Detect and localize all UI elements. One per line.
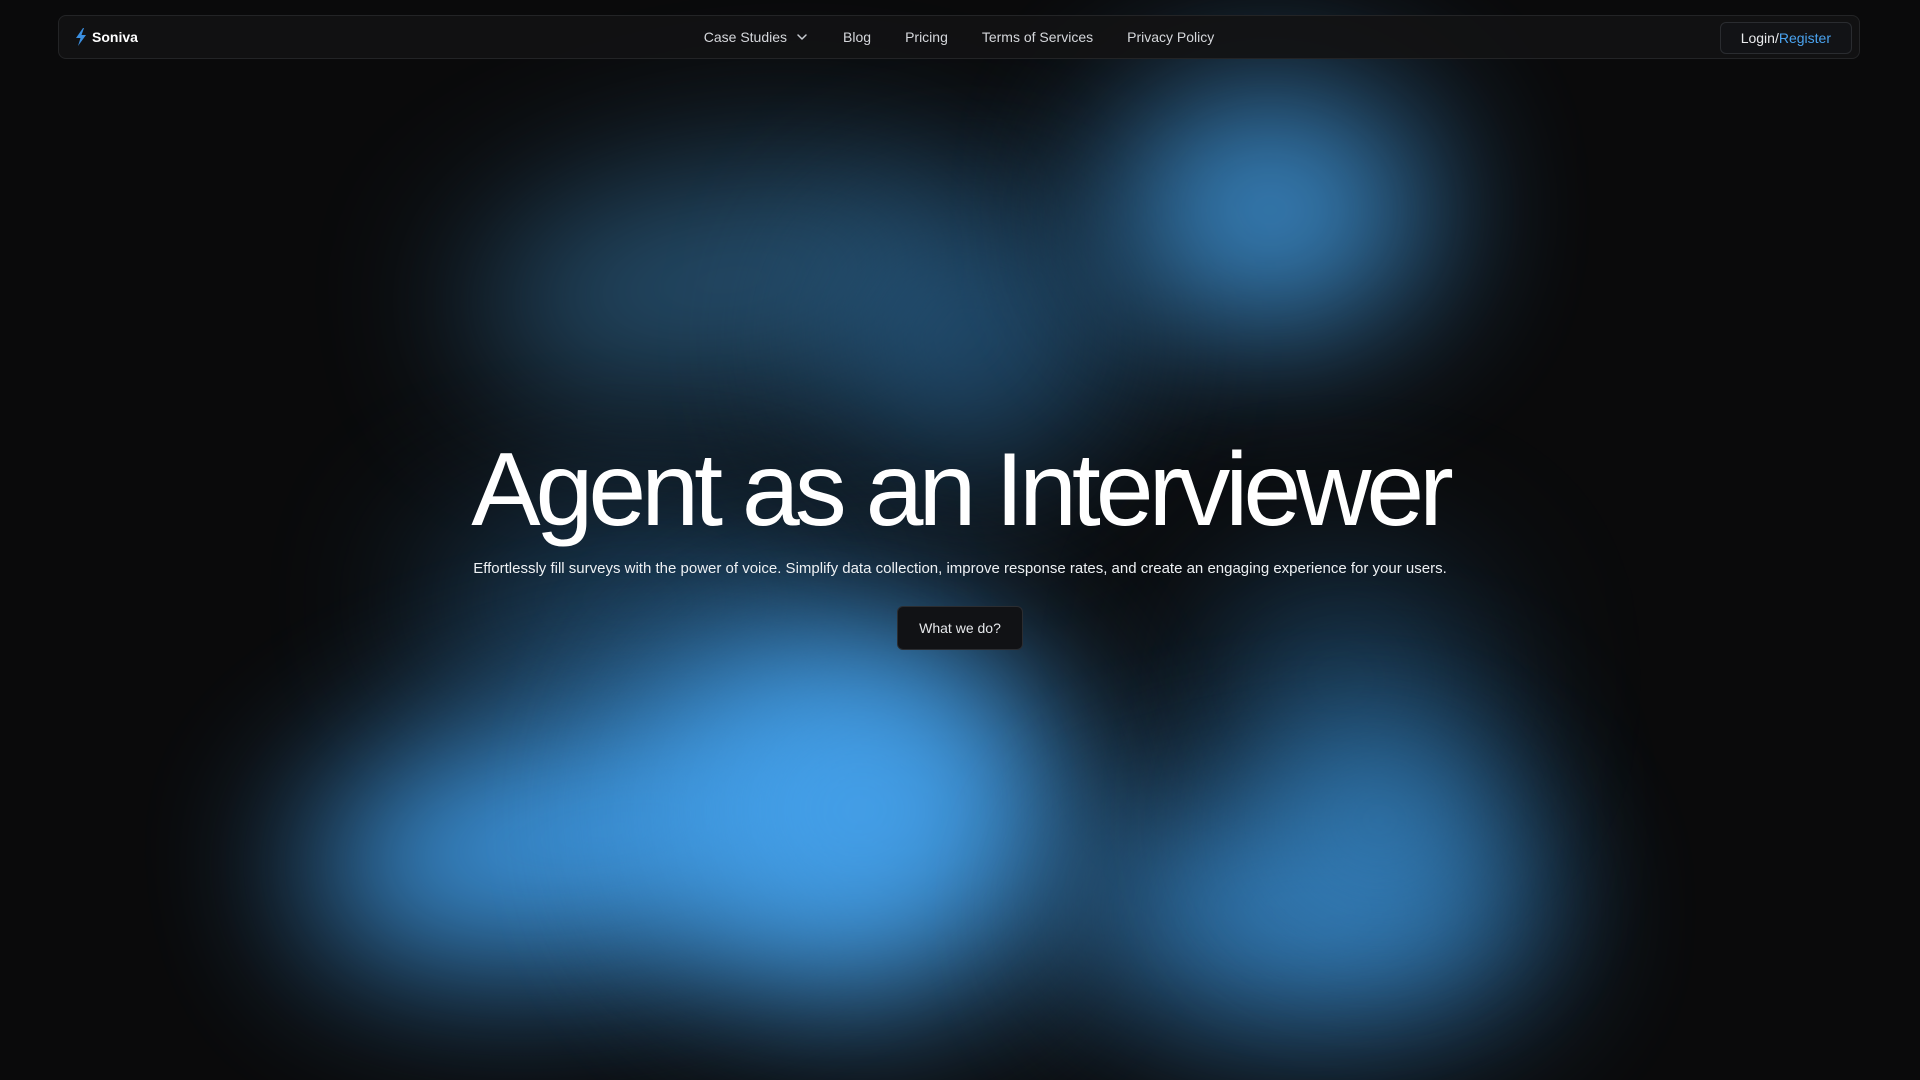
background-blob — [1260, 720, 1500, 920]
nav-link-label: Pricing — [905, 29, 948, 45]
nav-link-label: Case Studies — [703, 29, 788, 45]
nav-link-label: Blog — [843, 29, 872, 45]
landing-page: Soniva Case Studies Blog Pricing Terms o… — [0, 0, 1920, 1080]
login-label: Login/ — [1740, 30, 1779, 46]
nav-link-label: Privacy Policy — [1127, 29, 1215, 45]
hero-title: Agent as an Interviewer — [471, 432, 1454, 548]
register-label: Register — [1778, 30, 1831, 46]
background-blob — [650, 620, 1070, 1000]
background-blob — [282, 648, 938, 1012]
nav-link-label: Terms of Services — [981, 29, 1094, 45]
cta-label: What we do? — [919, 620, 1001, 636]
background-blob — [457, 134, 1003, 426]
nav-link-terms[interactable]: Terms of Services — [982, 29, 1093, 45]
nav-link-blog[interactable]: Blog — [843, 29, 871, 45]
what-we-do-button[interactable]: What we do? — [897, 606, 1023, 650]
background-blob — [1080, 800, 1540, 1020]
nav-link-pricing[interactable]: Pricing — [905, 29, 948, 45]
nav-link-case-studies[interactable]: Case Studies — [704, 29, 809, 45]
chevron-down-icon — [795, 30, 809, 44]
hero-subtitle: Effortlessly fill surveys with the power… — [473, 560, 1447, 577]
nav-links: Case Studies Blog Pricing Terms of Servi… — [59, 29, 1859, 45]
nav-link-privacy[interactable]: Privacy Policy — [1127, 29, 1214, 45]
background-blob — [1200, 560, 1480, 800]
login-register-button[interactable]: Login/ Register — [1719, 22, 1852, 54]
background-blob — [1110, 90, 1430, 330]
top-navbar: Soniva Case Studies Blog Pricing Terms o… — [58, 15, 1860, 59]
